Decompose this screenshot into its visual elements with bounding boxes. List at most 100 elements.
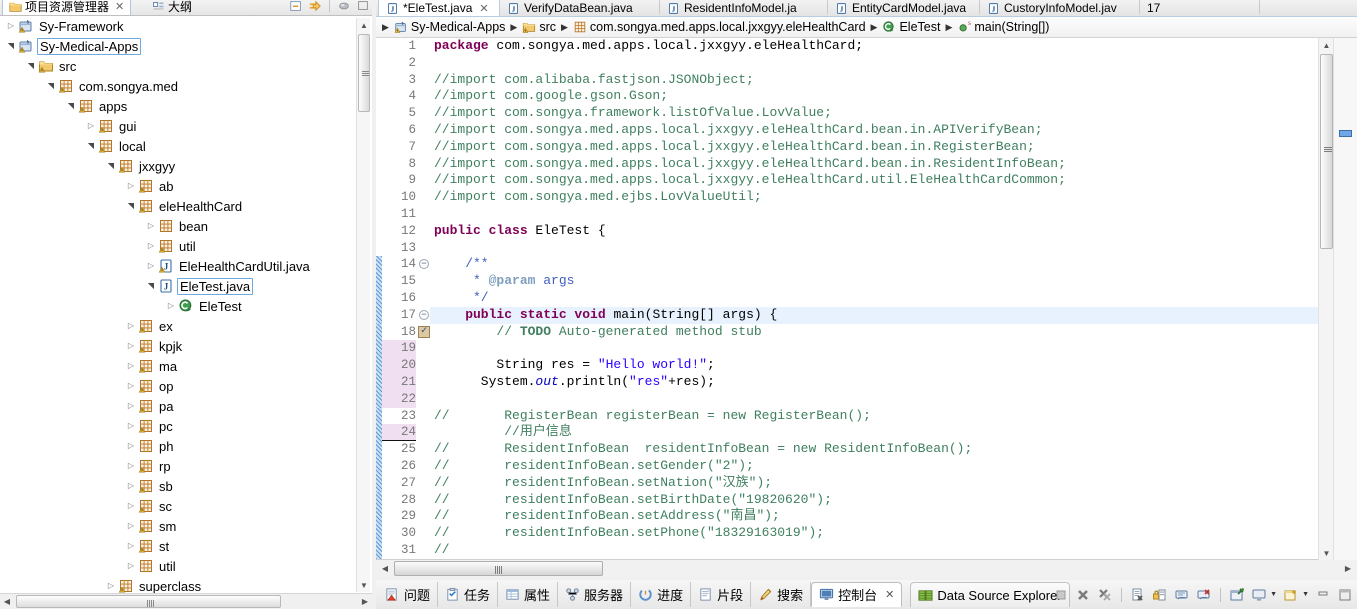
code-line-27[interactable]: 27 // residentInfoBean.setNation("汉族"); [376,474,1357,492]
pin-console-icon[interactable] [1229,587,1245,603]
hscrollbar-thumb[interactable] [16,595,281,608]
view-tab--[interactable]: 进度 [631,582,692,607]
quick-diff-marker-icon[interactable]: ✓ [418,325,430,338]
minimize-icon[interactable] [1315,587,1331,603]
code-line-1[interactable]: 1 package com.songya.med.apps.local.jxxgy… [376,38,1357,55]
code-line-12[interactable]: 12 public class EleTest { [376,223,1357,240]
scroll-lock-icon[interactable] [1152,587,1168,603]
tree-expand-arrow-closed-icon[interactable]: ▷ [4,16,18,36]
code-line-25[interactable]: 25 // ResidentInfoBean residentInfoBean =… [376,441,1357,458]
code-line-29[interactable]: 29 // residentInfoBean.setAddress("南昌"); [376,508,1357,526]
code-line-19[interactable]: 19 [376,340,1357,358]
code-line-17[interactable]: 17− public static void main(String[] arg… [376,306,1357,324]
project-tree-horizontal-scrollbar[interactable]: ◀ ▶ [0,593,372,609]
tree-expand-arrow-closed-icon[interactable]: ▷ [124,516,138,536]
scroll-left-icon[interactable]: ◀ [0,594,14,609]
remove-launch-icon[interactable] [1075,587,1091,603]
chevron-down-icon[interactable]: ▼ [1270,591,1277,598]
code-line-13[interactable]: 13 [376,240,1357,257]
editor-tab-0[interactable]: J *EleTest.java ✕ [378,0,500,16]
tree-expand-arrow-closed-icon[interactable]: ▷ [124,176,138,196]
code-line-9[interactable]: 9 //import com.songya.med.apps.local.jxxg… [376,172,1357,189]
breadcrumb-item-1[interactable]: src [522,20,556,34]
tree-item-ab[interactable]: ▷ ab [0,176,356,196]
java-source-editor[interactable]: 1 package com.songya.med.apps.local.jxxgy… [376,38,1357,560]
code-line-26[interactable]: 26 // residentInfoBean.setGender("2"); [376,457,1357,475]
tree-item-pa[interactable]: ▷ pa [0,396,356,416]
view-tab--[interactable]: 属性 [498,582,559,607]
code-line-3[interactable]: 3 //import com.alibaba.fastjson.JSONObjec… [376,72,1357,89]
scroll-down-icon[interactable]: ▼ [1319,546,1334,560]
tree-expand-arrow-closed-icon[interactable]: ▷ [124,416,138,436]
tree-item-util[interactable]: ▷ util [0,556,356,576]
editor-overview-ruler[interactable] [1333,38,1357,560]
close-icon[interactable]: ✕ [479,2,488,15]
tree-expand-arrow-closed-icon[interactable]: ▷ [104,576,118,593]
tree-item-sm[interactable]: ▷ sm [0,516,356,536]
scroll-up-icon[interactable]: ▲ [1319,38,1334,52]
close-icon[interactable]: ✕ [115,0,124,13]
open-console-icon[interactable] [1283,587,1299,603]
breadcrumb[interactable]: ▶ Sy-Medical-Apps ▶ src ▶ com.songya.med.apps… [376,17,1357,38]
fold-collapse-icon[interactable]: − [419,309,429,320]
tree-expand-arrow-closed-icon[interactable]: ▷ [124,336,138,356]
fold-collapse-icon[interactable]: − [419,259,429,270]
tree-item-bean[interactable]: ▷ bean [0,216,356,236]
editor-horizontal-scrollbar[interactable]: ◀ ▶ [376,560,1357,577]
tab-outline[interactable]: 大纲 [146,0,198,15]
overview-marker[interactable] [1339,130,1352,137]
link-with-editor-icon[interactable] [308,0,322,13]
close-icon[interactable]: ✕ [885,588,894,601]
code-line-6[interactable]: 6 //import com.songya.med.apps.local.jxxg… [376,122,1357,139]
tree-item-sc[interactable]: ▷ sc [0,496,356,516]
chevron-down-icon[interactable]: ▼ [1302,591,1309,598]
editor-tab-4[interactable]: J CustoryInfoModel.jav [980,0,1140,16]
tree-expand-arrow-closed-icon[interactable]: ▷ [144,256,158,276]
code-line-31[interactable]: 31 // [376,541,1357,559]
view-tab--[interactable]: 任务 [438,582,499,607]
view-tab--[interactable]: 问题 [378,582,439,607]
scrollbar-thumb[interactable] [1320,54,1333,249]
remove-all-terminated-icon[interactable] [1097,587,1113,603]
scrollbar-thumb[interactable] [358,34,370,112]
tree-expand-arrow-closed-icon[interactable]: ▷ [124,456,138,476]
show-console-on-output-icon[interactable] [1174,587,1190,603]
tree-expand-arrow-closed-icon[interactable]: ▷ [124,316,138,336]
tree-item-op[interactable]: ▷ op [0,376,356,396]
scroll-right-icon[interactable]: ▶ [1341,561,1355,576]
tree-item-rp[interactable]: ▷ rp [0,456,356,476]
breadcrumb-item-2[interactable]: com.songya.med.apps.local.jxxgyy.eleHeal… [573,20,866,34]
view-tab--[interactable]: 控制台 ✕ [811,582,903,607]
tree-item-local[interactable]: ◢ local [0,136,356,156]
code-line-11[interactable]: 11 [376,206,1357,223]
tree-expand-arrow-closed-icon[interactable]: ▷ [124,376,138,396]
tree-item-elehealthcardutil-java[interactable]: ▷ J EleHealthCardUtil.java [0,256,356,276]
hscrollbar-thumb[interactable] [394,561,603,576]
tree-expand-arrow-closed-icon[interactable]: ▷ [124,396,138,416]
code-line-7[interactable]: 7 //import com.songya.med.apps.local.jxxg… [376,139,1357,156]
tree-expand-arrow-closed-icon[interactable]: ▷ [124,476,138,496]
editor-tab-1[interactable]: J VerifyDataBean.java [500,0,660,16]
tree-item-eletest-java[interactable]: ◢ J EleTest.java [0,276,356,296]
breadcrumb-item-3[interactable]: EleTest [882,20,940,34]
view-tab--[interactable]: 服务器 [558,582,632,607]
code-line-2[interactable]: 2 [376,55,1357,72]
tree-item-superclass[interactable]: ▷ superclass [0,576,356,594]
display-selected-console-icon[interactable] [1251,587,1267,603]
tree-item-elehealthcard[interactable]: ◢ eleHealthCard [0,196,356,216]
code-line-18[interactable]: 18 ✓ // TODO Auto-generated method stub [376,323,1357,341]
tab-project-explorer[interactable]: 项目资源管理器 ✕ [2,0,132,15]
tree-expand-arrow-closed-icon[interactable]: ▷ [144,236,158,256]
tree-item-ma[interactable]: ▷ ma [0,356,356,376]
code-line-8[interactable]: 8 //import com.songya.med.apps.local.jxxg… [376,156,1357,173]
tree-item-ph[interactable]: ▷ ph [0,436,356,456]
project-tree-vertical-scrollbar[interactable]: ▲ ▼ [356,18,370,592]
tree-item-ex[interactable]: ▷ ex [0,316,356,336]
code-line-21[interactable]: 21 System.out.println("res"+res); [376,373,1357,391]
tree-expand-arrow-closed-icon[interactable]: ▷ [124,436,138,456]
code-line-14[interactable]: 14− /** [376,256,1357,274]
tree-expand-arrow-closed-icon[interactable]: ▷ [164,296,178,316]
terminate-icon[interactable] [1053,587,1069,603]
tree-item-sy-medical-apps[interactable]: ◢ Sy-Medical-Apps [0,36,356,56]
breadcrumb-item-4[interactable]: Smain(String[]) [957,20,1049,34]
